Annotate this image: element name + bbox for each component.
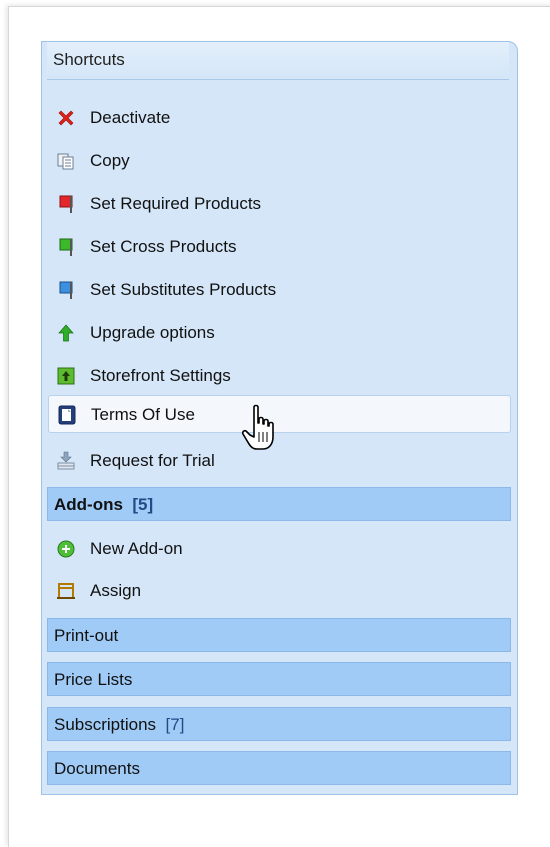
panel-title: Shortcuts [53, 50, 125, 69]
subscriptions-section-header[interactable]: Subscriptions [7] [47, 707, 511, 741]
shortcut-set-cross-products[interactable]: Set Cross Products [48, 228, 511, 266]
shortcut-request-for-trial[interactable]: Request for Trial [48, 442, 511, 480]
shortcut-deactivate[interactable]: Deactivate [48, 99, 511, 137]
section-title: Price Lists [54, 670, 133, 689]
green-flag-icon [59, 238, 73, 256]
hand-pointer-cursor-icon [241, 404, 274, 450]
section-title: Documents [54, 759, 140, 778]
documents-section-header[interactable]: Documents [47, 751, 511, 785]
shortcut-upgrade-options[interactable]: Upgrade options [48, 314, 511, 352]
shortcut-label: Terms Of Use [91, 405, 195, 424]
shortcuts-panel: Shortcuts Deactivate Copy Set Required P… [41, 41, 518, 795]
red-flag-icon [59, 195, 73, 213]
document-icon [58, 405, 76, 425]
shortcut-set-substitutes-products[interactable]: Set Substitutes Products [48, 271, 511, 309]
printout-section-header[interactable]: Print-out [47, 618, 511, 652]
subscriptions-count: [7] [165, 715, 185, 734]
addon-new-addon[interactable]: New Add-on [48, 530, 511, 568]
shortcut-label: Set Substitutes Products [90, 280, 277, 299]
addon-label: Assign [90, 581, 142, 600]
copy-icon [57, 153, 74, 170]
shortcut-storefront-settings[interactable]: Storefront Settings [48, 357, 511, 395]
addon-assign[interactable]: Assign [48, 572, 511, 610]
assign-icon [57, 583, 75, 599]
shortcut-label: Set Required Products [90, 194, 262, 213]
addon-label: New Add-on [90, 539, 183, 558]
section-title: Print-out [54, 626, 119, 645]
deactivate-x-icon [58, 110, 74, 126]
addons-count: [5] [132, 495, 154, 514]
addons-section-title: Add-ons [5] [54, 495, 154, 514]
green-plus-circle-icon [57, 540, 75, 558]
shortcut-label: Storefront Settings [90, 366, 231, 385]
pricelists-section-header[interactable]: Price Lists [47, 662, 511, 696]
shortcut-label: Request for Trial [90, 451, 215, 470]
shortcut-copy[interactable]: Copy [48, 142, 511, 180]
shortcut-terms-of-use[interactable]: Terms Of Use [48, 395, 511, 433]
shortcut-set-required-products[interactable]: Set Required Products [48, 185, 511, 223]
section-title: Subscriptions [7] [54, 715, 185, 734]
download-tray-icon [57, 451, 75, 470]
green-up-arrow-icon [58, 324, 74, 342]
shortcut-label: Deactivate [90, 108, 171, 127]
blue-flag-icon [59, 281, 73, 299]
shortcut-label: Set Cross Products [90, 237, 237, 256]
shortcut-label: Upgrade options [90, 323, 215, 342]
addons-section-header[interactable]: Add-ons [5] [47, 487, 511, 521]
storefront-settings-icon [57, 367, 75, 385]
shortcuts-header: Shortcuts [47, 42, 509, 80]
shortcut-label: Copy [90, 151, 130, 170]
